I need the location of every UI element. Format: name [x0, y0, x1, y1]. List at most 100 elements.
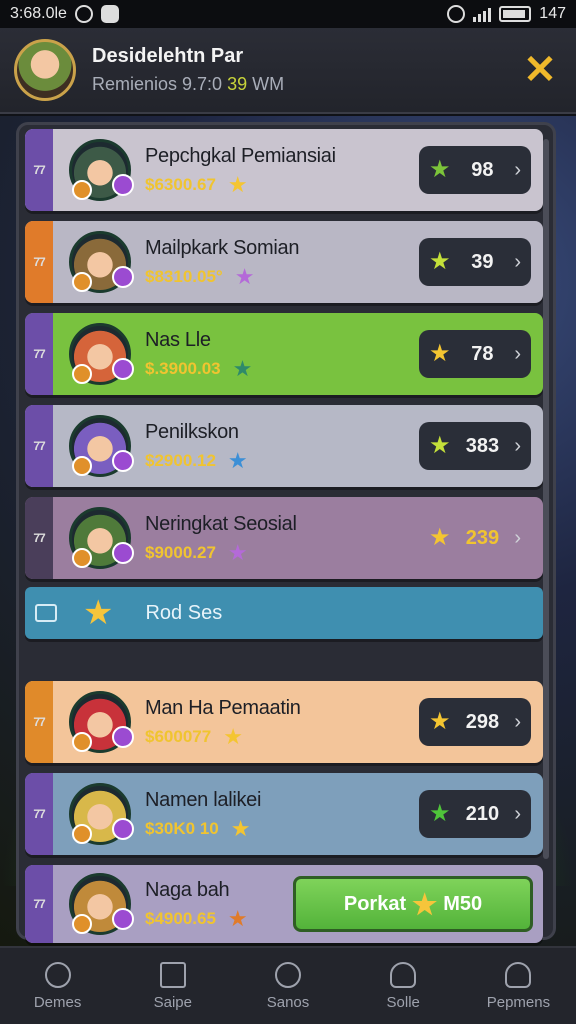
header: Desidelehtn Par Remienios 9.7:0 39 WM ✕: [0, 28, 576, 114]
subtitle-tail: WM: [252, 74, 285, 94]
star-icon: ★: [429, 156, 451, 183]
reward-value: 383: [465, 434, 500, 457]
home-icon: [159, 961, 186, 988]
nav-item-pepmens[interactable]: Pepmens: [461, 948, 576, 1024]
level-badge-icon: [72, 824, 92, 844]
player-name: Pepchgkal Pemiansiai: [145, 144, 336, 167]
claim-label-left: Porkat: [343, 892, 407, 915]
leaderboard-row[interactable]: 77 Neringkat Seosial $9000.27 ★ ★ 239 ›: [25, 497, 543, 579]
reward-value: 98: [471, 158, 494, 181]
class-badge-icon: [112, 908, 134, 930]
rank-tab: 77: [25, 221, 53, 303]
chevron-right-icon: ›: [514, 342, 521, 365]
nav-label: Sanos: [266, 993, 310, 1011]
alarm-icon: [447, 5, 466, 23]
player-avatar[interactable]: [69, 873, 134, 935]
reward-value: 210: [465, 802, 500, 825]
scrollbar[interactable]: [543, 139, 549, 859]
reward-pill-button[interactable]: ★ 298 ›: [419, 698, 531, 746]
level-badge-icon: [72, 456, 92, 476]
star-icon: ★: [234, 263, 255, 289]
nav-item-demes[interactable]: Demes: [0, 948, 115, 1024]
rank-tab: 77: [25, 129, 53, 211]
star-icon: ★: [230, 815, 251, 841]
reward-value: 78: [471, 342, 494, 365]
rank-tab: 77: [25, 773, 53, 855]
star-icon: ★: [429, 248, 451, 275]
close-button[interactable]: ✕: [518, 48, 562, 92]
player-avatar[interactable]: [69, 415, 134, 477]
leaderboard-row[interactable]: 77 Nas Lle $.3900.03 ★ ★ 78 ›: [25, 313, 543, 395]
player-score: $2900.12: [145, 450, 216, 470]
person-icon: [390, 961, 417, 988]
player-avatar[interactable]: [69, 323, 134, 385]
clock-icon: [74, 5, 93, 23]
rank-tab: 77: [25, 865, 53, 943]
chevron-right-icon: ›: [514, 526, 521, 549]
nav-item-solle[interactable]: Solle: [346, 948, 461, 1024]
reward-pill-button[interactable]: ★ 383 ›: [419, 422, 531, 470]
leaderboard-panel: 77 Pepchgkal Pemiansiai $6300.67 ★ ★ 98 › 77 Mai…: [16, 122, 556, 943]
reward-pill-button[interactable]: ★ 210 ›: [419, 790, 531, 838]
reward-pill-button[interactable]: ★ 39 ›: [419, 238, 531, 286]
nav-label: Demes: [33, 993, 82, 1011]
reward-value: 39: [471, 250, 494, 273]
banner-text: Rod Ses: [145, 601, 223, 624]
player-avatar[interactable]: [69, 691, 134, 753]
player-avatar[interactable]: [69, 231, 134, 293]
star-icon: ★: [227, 171, 248, 197]
reward-value: 298: [465, 710, 500, 733]
nav-label: Solle: [386, 993, 420, 1011]
status-right-time: 147: [539, 5, 566, 22]
star-icon: ★: [83, 594, 114, 632]
nav-item-sanos[interactable]: Sanos: [230, 948, 345, 1024]
status-time: 3:68.0le: [10, 5, 67, 22]
nav-label: Saipe: [153, 993, 192, 1011]
star-icon: ★: [429, 340, 451, 367]
reward-pill-button[interactable]: ★ 239 ›: [419, 514, 531, 562]
bottom-nav: Demes Saipe Sanos Solle Pepmens: [0, 946, 576, 1024]
mail-icon: [35, 604, 57, 622]
level-badge-icon: [72, 272, 92, 292]
battery-icon: [499, 6, 532, 22]
leaderboard-row[interactable]: 77 Mailpkark Somian $8310.05° ★ ★ 39 ›: [25, 221, 543, 303]
star-icon: ★: [227, 539, 248, 565]
leaderboard-row[interactable]: 77 Naga bah $4900.65 ★ Porkat ★ M50: [25, 865, 543, 943]
class-badge-icon: [112, 726, 134, 748]
leaderboard-row[interactable]: 77 Man Ha Pemaatin $600077 ★ ★ 298 ›: [25, 681, 543, 763]
level-badge-icon: [72, 364, 92, 384]
status-bar: 3:68.0le 147: [0, 0, 576, 28]
section-banner[interactable]: ★ Rod Ses: [25, 587, 543, 639]
player-score: $6300.67: [145, 174, 216, 194]
nav-item-saipe[interactable]: Saipe: [115, 948, 230, 1024]
page-subtitle: Remienios 9.7:0 39 WM: [92, 74, 284, 95]
page-title: Desidelehtn Par: [92, 45, 244, 67]
player-avatar[interactable]: [69, 507, 134, 569]
player-avatar[interactable]: [69, 783, 134, 845]
reward-pill-button[interactable]: ★ 78 ›: [419, 330, 531, 378]
player-score: $.3900.03: [145, 358, 221, 378]
player-name: Neringkat Seosial: [145, 512, 297, 535]
level-badge-icon: [72, 732, 92, 752]
class-badge-icon: [112, 450, 134, 472]
rank-tab: 77: [25, 405, 53, 487]
player-name: Man Ha Pemaatin: [145, 696, 301, 719]
leaderboard-row[interactable]: 77 Penilkskon $2900.12 ★ ★ 383 ›: [25, 405, 543, 487]
leaderboard-row[interactable]: 77 Namen lalikei $30K0 10 ★ ★ 210 ›: [25, 773, 543, 855]
chevron-right-icon: ›: [514, 158, 521, 181]
player-avatar[interactable]: [69, 139, 134, 201]
rank-tab: 77: [25, 681, 53, 763]
reward-pill-button[interactable]: ★ 98 ›: [419, 146, 531, 194]
signal-icon: [473, 6, 492, 22]
group-icon: [505, 961, 532, 988]
dome-icon: [44, 961, 71, 988]
player-score: $600077: [145, 726, 212, 746]
profile-avatar[interactable]: [14, 39, 76, 101]
level-badge-icon: [72, 180, 92, 200]
chevron-right-icon: ›: [514, 802, 521, 825]
leaderboard-row[interactable]: 77 Pepchgkal Pemiansiai $6300.67 ★ ★ 98 ›: [25, 129, 543, 211]
chevron-right-icon: ›: [514, 250, 521, 273]
star-icon: ★: [227, 447, 248, 473]
claim-button[interactable]: Porkat ★ M50: [293, 876, 533, 932]
close-icon: ✕: [523, 48, 557, 92]
